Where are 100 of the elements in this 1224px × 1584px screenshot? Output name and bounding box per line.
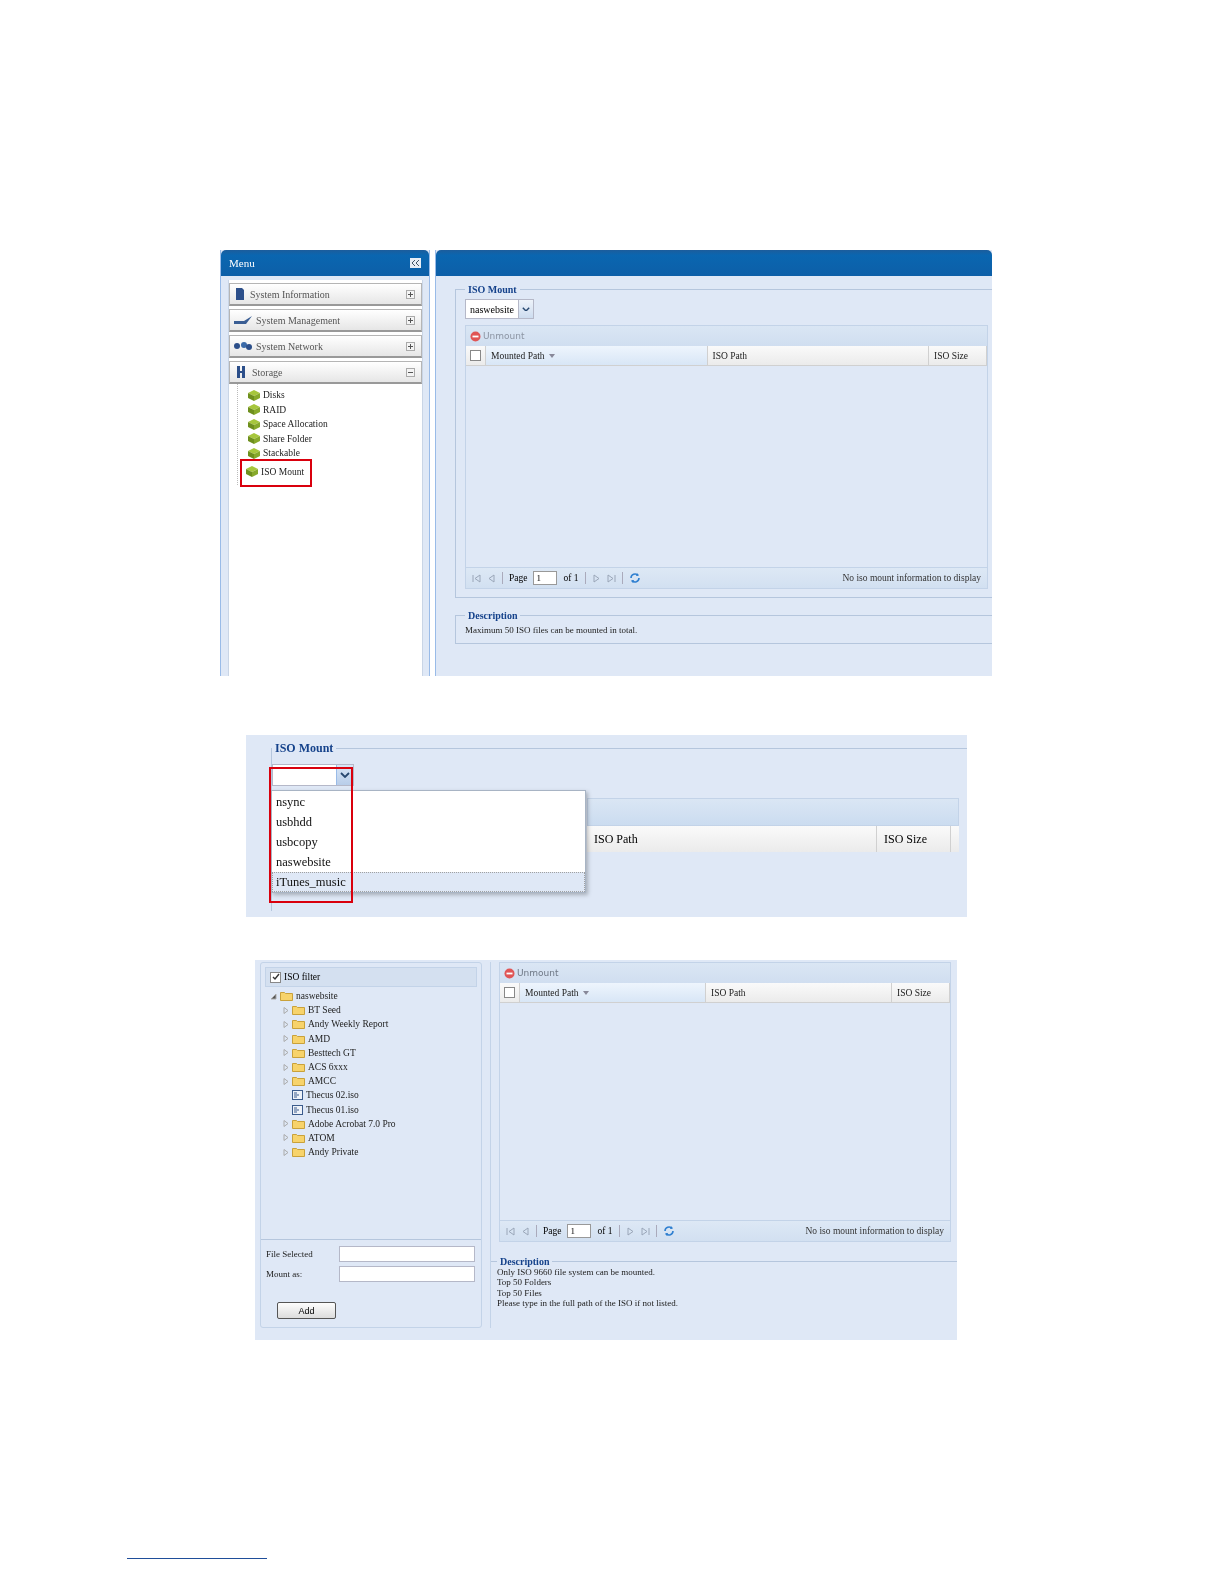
tree-node[interactable]: Adobe Acrobat 7.0 Pro (271, 1116, 481, 1131)
column-header[interactable]: ISO Size (892, 983, 950, 1002)
sort-caret-icon (582, 990, 589, 995)
first-page-icon[interactable] (472, 573, 481, 583)
collapsed-arrow-icon[interactable] (283, 1035, 289, 1043)
network-icon (234, 341, 252, 351)
collapse-icon[interactable] (406, 367, 415, 377)
next-page-icon[interactable] (591, 573, 601, 583)
next-page-icon[interactable] (625, 1226, 635, 1236)
column-header[interactable]: ISO Size (929, 346, 987, 365)
refresh-icon[interactable] (628, 572, 641, 584)
select-all-checkbox[interactable] (504, 987, 515, 998)
add-button[interactable]: Add (277, 1302, 336, 1319)
tree-node[interactable]: ATOM (271, 1130, 481, 1146)
remove-icon (504, 967, 515, 979)
collapsed-arrow-icon[interactable] (283, 1020, 289, 1028)
collapsed-arrow-icon[interactable] (283, 1006, 289, 1014)
folder-icon (292, 1132, 305, 1143)
caret-icon (521, 306, 530, 312)
column-header[interactable]: Mounted Path (486, 346, 708, 365)
sort-caret-icon (548, 353, 555, 358)
previous-page-icon[interactable] (521, 1226, 530, 1236)
menu-item[interactable]: Stackable (248, 446, 300, 461)
select-all-checkbox[interactable] (470, 350, 481, 361)
menu-title: Menu (229, 257, 255, 269)
dropdown-option[interactable]: naswebsite (272, 852, 585, 872)
tree-node[interactable]: AMCC (271, 1074, 481, 1089)
description-text: Please type in the full path of the ISO if not listed. (497, 1298, 679, 1309)
page-number-field[interactable]: 1 (533, 571, 558, 585)
collapsed-arrow-icon[interactable] (283, 1134, 289, 1142)
input-field[interactable] (339, 1246, 475, 1262)
collapsed-arrow-icon[interactable] (283, 1148, 289, 1156)
field-label: File Selected (266, 1249, 313, 1259)
input-field[interactable] (339, 1266, 475, 1282)
expand-icon[interactable] (406, 289, 415, 299)
description-text: Only ISO 9660 file system can be mounted. (497, 1267, 656, 1278)
folder-icon (292, 1076, 305, 1087)
group-title: Description (499, 1256, 551, 1267)
remove-icon (470, 330, 481, 342)
group-title: ISO Mount (467, 284, 518, 295)
description-text: Top 50 Files (497, 1287, 543, 1299)
dropdown-option[interactable]: usbhdd (272, 812, 585, 832)
expanded-arrow-icon[interactable] (271, 992, 277, 1000)
folder-icon (292, 1047, 305, 1058)
menu-section-header[interactable]: Storage (229, 361, 422, 384)
menu-item[interactable]: RAID (248, 402, 287, 417)
previous-page-icon[interactable] (487, 573, 496, 583)
menu-item[interactable]: Disks (248, 388, 285, 403)
menu-item[interactable]: ISO Mount (242, 460, 311, 485)
cube-stack-icon (248, 389, 260, 401)
menu-section-header[interactable]: System Information (229, 283, 422, 306)
description-text: Maximum 50 ISO files can be mounted in total. (465, 625, 639, 636)
filter-checkbox[interactable] (270, 971, 281, 983)
expand-icon[interactable] (406, 315, 415, 325)
tree-node[interactable]: Besttech GT (271, 1045, 481, 1060)
last-page-icon[interactable] (640, 1226, 650, 1236)
collapsed-arrow-icon[interactable] (283, 1063, 289, 1071)
open-folder-icon (280, 991, 293, 1002)
page-count: of 1 (563, 573, 579, 583)
menu-section-label: System Network (256, 340, 324, 352)
column-header[interactable]: Mounted Path (520, 983, 706, 1002)
dropdown-option[interactable]: nsync (272, 792, 585, 812)
collapse-panel-icon[interactable] (410, 258, 421, 268)
column-header[interactable]: ISO Path (587, 826, 877, 852)
menu-section-header[interactable]: System Network (229, 335, 422, 358)
refresh-icon[interactable] (662, 1225, 675, 1237)
share-select[interactable]: naswebsite (465, 299, 534, 319)
collapsed-arrow-icon[interactable] (283, 1077, 289, 1085)
tree-node[interactable]: Andy Weekly Report (271, 1017, 481, 1032)
menu-item[interactable]: Space Allocation (248, 417, 328, 432)
cube-stack-icon (248, 447, 260, 459)
status-text: No iso mount information to display (842, 573, 981, 583)
column-header[interactable]: ISO Size (877, 826, 951, 852)
tree-node[interactable]: Andy Private (271, 1145, 481, 1160)
first-page-icon[interactable] (506, 1226, 515, 1236)
page-number-field[interactable]: 1 (567, 1224, 592, 1238)
column-header[interactable]: ISO Path (706, 983, 892, 1002)
tree-node[interactable]: BT Seed (271, 1003, 481, 1018)
dropdown-option[interactable]: usbcopy (272, 832, 585, 852)
tree-node[interactable]: ACS 6xxx (271, 1059, 481, 1075)
cube-stack-icon (246, 466, 258, 478)
cube-stack-icon (248, 404, 260, 416)
tree-node[interactable]: Thecus 01.iso (271, 1102, 481, 1117)
column-header[interactable]: ISO Path (707, 346, 929, 365)
tree-node[interactable]: Thecus 02.iso (271, 1088, 481, 1103)
menu-section-header[interactable]: System Management (229, 309, 422, 332)
collapsed-arrow-icon[interactable] (283, 1120, 289, 1128)
expand-icon[interactable] (406, 341, 415, 351)
tree-node[interactable]: naswebsite (271, 989, 481, 1004)
dropdown-option[interactable]: iTunes_music (272, 872, 585, 892)
cube-stack-icon (248, 433, 260, 445)
unmount-button[interactable]: Unmount (504, 967, 559, 979)
last-page-icon[interactable] (606, 573, 616, 583)
status-text: No iso mount information to display (805, 1226, 944, 1236)
page-count: of 1 (597, 1226, 613, 1236)
tree-node[interactable]: AMD (271, 1031, 481, 1046)
description-text: Top 50 Folders (497, 1277, 553, 1288)
collapsed-arrow-icon[interactable] (283, 1049, 289, 1057)
menu-item[interactable]: Share Folder (248, 431, 312, 446)
group-title: ISO Mount (274, 741, 335, 756)
